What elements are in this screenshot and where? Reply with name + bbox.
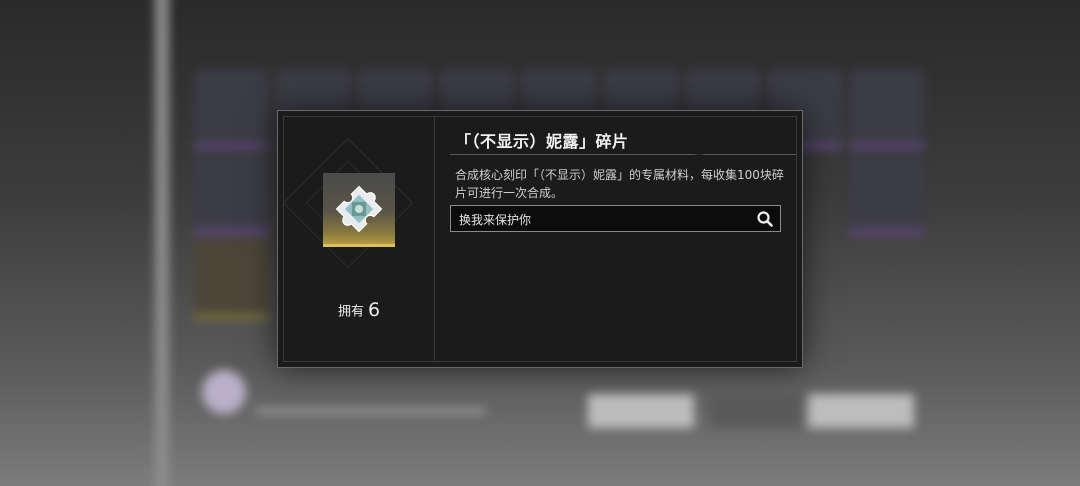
owned-label: 拥有 [337,304,364,320]
background-card [194,240,268,319]
background-card [194,155,268,234]
background-avatar [202,370,246,414]
item-title: 「（不显示）妮露」碎片 [455,132,629,151]
background-rail [155,0,169,486]
item-description: 合成核心刻印「（不显示）妮露」的专属材料，每收集100块碎片可进行一次合成。 [455,168,784,200]
background-button [808,394,914,428]
background-progress [256,408,486,414]
item-detail-dialog: 拥有 6 「（不显示）妮露」碎片 合成核心刻印「（不显示）妮露」的专属材料，每收集… [277,110,803,368]
background-card [850,70,924,149]
background-card [194,70,268,149]
title-divider [450,154,796,155]
puzzle-fragment-icon [335,185,383,233]
background-card [850,155,924,234]
background-button [710,394,800,428]
dialog-frame: 拥有 6 「（不显示）妮露」碎片 合成核心刻印「（不显示）妮露」的专属材料，每收集… [282,116,797,362]
background-button [588,394,694,428]
owned-count: 6 [367,299,381,321]
owned-count-row: 拥有 6 [284,299,434,321]
item-icon-frame [323,173,395,247]
search-input-text[interactable]: 换我来保护你 [459,211,531,228]
item-preview-pane: 拥有 6 [282,117,435,361]
search-icon[interactable] [756,210,774,228]
search-field[interactable]: 换我来保护你 [450,205,781,232]
